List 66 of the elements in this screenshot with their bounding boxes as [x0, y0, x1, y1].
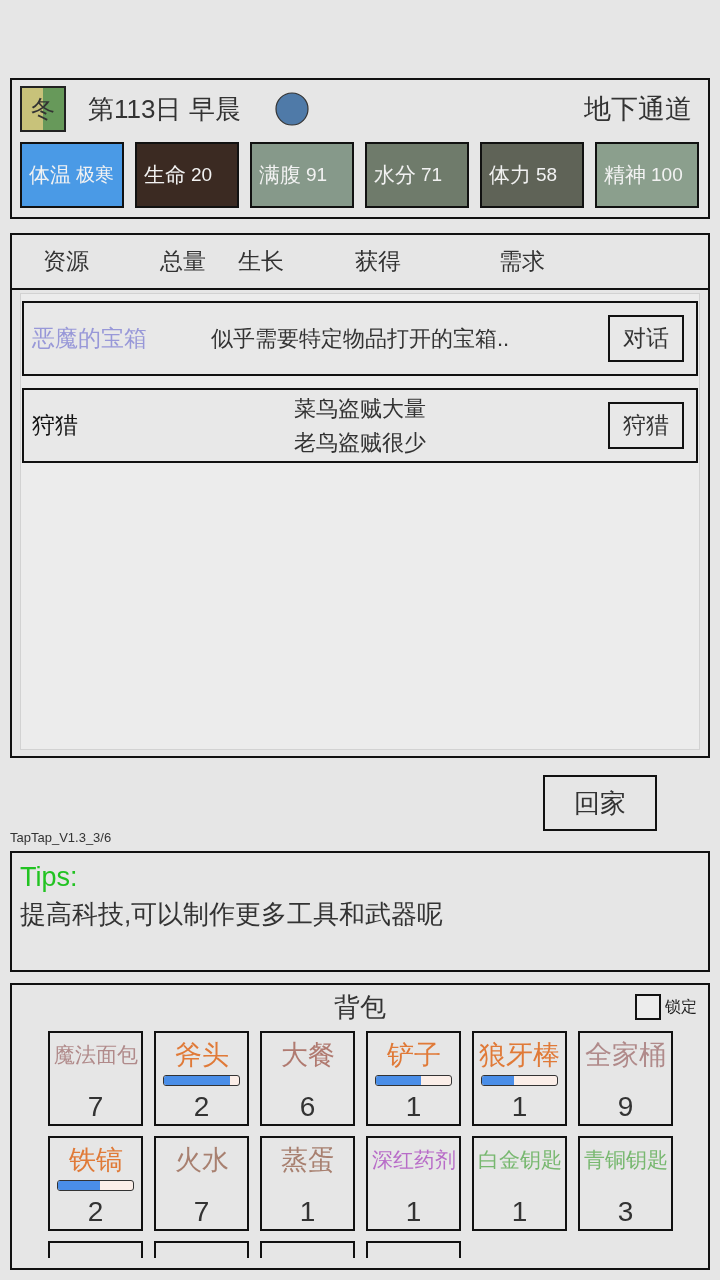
item-name: 铁镐 — [68, 1144, 123, 1176]
item-name: 火水 — [174, 1144, 229, 1176]
item-tile[interactable] — [48, 1241, 143, 1258]
row-title: 狩猎 — [31, 411, 79, 441]
item-tile[interactable]: 狼牙棒 1 — [472, 1031, 567, 1126]
item-name: 蒸蛋 — [280, 1144, 335, 1176]
column-header: 资源 — [43, 248, 89, 275]
row-action-button[interactable]: 狩猎 — [608, 402, 684, 449]
stat-button[interactable]: 体力 58 — [480, 142, 584, 208]
circle-icon — [274, 92, 309, 126]
item-tile[interactable] — [154, 1241, 249, 1258]
item-tile[interactable]: 白金钥匙 1 — [472, 1136, 567, 1231]
item-tile[interactable]: 深红药剂 1 — [366, 1136, 461, 1231]
item-name: 铲子 — [386, 1039, 441, 1071]
item-count: 6 — [299, 1090, 316, 1124]
item-count: 7 — [87, 1090, 104, 1124]
item-count: 7 — [193, 1195, 210, 1229]
home-button[interactable]: 回家 — [543, 775, 657, 831]
item-name: 大餐 — [280, 1039, 335, 1071]
column-header: 总量 — [160, 248, 206, 275]
item-count: 1 — [511, 1090, 528, 1124]
day-time-text: 第113日 早晨 — [88, 92, 241, 126]
season-badge: 冬 — [20, 86, 66, 132]
item-tile[interactable] — [260, 1241, 355, 1258]
column-header: 需求 — [499, 248, 545, 275]
item-tile[interactable]: 魔法面包 7 — [48, 1031, 143, 1126]
item-tile[interactable]: 火水 7 — [154, 1136, 249, 1231]
description-line: 菜鸟盗贼大量 — [294, 394, 426, 423]
item-count: 1 — [405, 1195, 422, 1229]
column-header: 获得 — [355, 248, 401, 275]
item-count: 1 — [299, 1195, 316, 1229]
lock-checkbox[interactable] — [635, 994, 661, 1020]
item-tile[interactable]: 青铜钥匙 3 — [578, 1136, 673, 1231]
item-name: 斧头 — [174, 1039, 229, 1071]
item-name: 魔法面包 — [53, 1042, 138, 1068]
row-title: 恶魔的宝箱 — [31, 324, 148, 354]
item-name: 深红药剂 — [371, 1147, 456, 1173]
column-header: 生长 — [238, 248, 284, 275]
item-count: 1 — [511, 1195, 528, 1229]
item-count: 3 — [617, 1195, 634, 1229]
row-action-button[interactable]: 对话 — [608, 315, 684, 362]
item-tile[interactable] — [366, 1241, 461, 1258]
stat-button[interactable]: 生命 20 — [135, 142, 239, 208]
item-count: 2 — [87, 1195, 104, 1229]
description-line: 老鸟盗贼很少 — [294, 428, 426, 457]
item-tile[interactable]: 斧头 2 — [154, 1031, 249, 1126]
item-count: 2 — [193, 1090, 210, 1124]
item-tile[interactable]: 大餐 6 — [260, 1031, 355, 1126]
item-name: 白金钥匙 — [477, 1147, 562, 1173]
item-tile[interactable]: 铲子 1 — [366, 1031, 461, 1126]
item-count: 9 — [617, 1090, 634, 1124]
lock-label: 锁定 — [665, 997, 697, 1017]
item-tile[interactable]: 蒸蛋 1 — [260, 1136, 355, 1231]
location-text: 地下通道 — [584, 92, 692, 126]
item-tile[interactable]: 全家桶 9 — [578, 1031, 673, 1126]
description-line: 似乎需要特定物品打开的宝箱.. — [210, 324, 510, 353]
tips-title: Tips: — [20, 861, 78, 894]
tips-text: 提高科技,可以制作更多工具和武器呢 — [20, 898, 444, 931]
item-count: 1 — [405, 1090, 422, 1124]
item-name: 青铜钥匙 — [583, 1147, 668, 1173]
stat-button[interactable]: 水分 71 — [365, 142, 469, 208]
item-name: 全家桶 — [585, 1039, 666, 1071]
backpack-title: 背包 — [334, 990, 386, 1024]
item-name: 狼牙棒 — [479, 1039, 560, 1071]
version-text: TapTap_V1.3_3/6 — [10, 828, 112, 847]
item-tile[interactable]: 铁镐 2 — [48, 1136, 143, 1231]
